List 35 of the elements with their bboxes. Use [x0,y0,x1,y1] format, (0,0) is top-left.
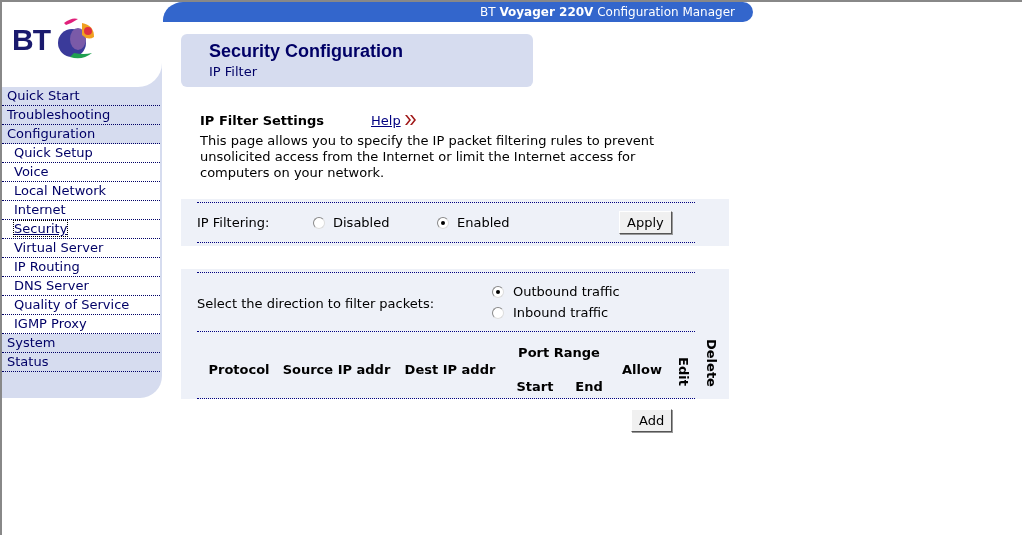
nav-link[interactable]: Status [7,354,49,369]
page-title: Security Configuration [209,40,404,63]
column-header: Port Range [518,344,600,360]
radio-label[interactable]: Inbound traffic [513,305,609,320]
apply-button[interactable]: Apply [619,211,672,234]
column-header: Start [516,378,554,394]
column-header: Delete [703,339,719,387]
column-header: Protocol [208,361,270,377]
radio-button[interactable] [492,306,504,319]
description-text: This page allows you to specify the IP packet filtering rules to prevent unsolicited access from the Internet or limit the Internet access for computers on your network. [200,133,656,181]
radio-label[interactable]: Outbound traffic [513,284,620,299]
nav-link[interactable]: System [7,335,56,350]
help-link[interactable]: Help [371,112,401,128]
column-header: End [575,378,603,394]
column-header: Allow [622,361,662,377]
field-label: IP Filtering: [197,215,271,230]
nav-link[interactable]: Configuration [7,126,96,141]
radio-button[interactable] [492,285,504,298]
add-button[interactable]: Add [631,409,673,432]
logo-text: BT [12,22,50,57]
radio-label[interactable]: Enabled [457,215,510,230]
column-header: Source IP addr [282,361,391,377]
column-header: Edit [675,357,691,386]
column-header: Dest IP addr [404,361,496,377]
page-subtitle: IP Filter [209,63,258,81]
radio-button[interactable] [313,216,325,229]
radio-button[interactable] [437,216,449,229]
double-chevron-icon [404,115,416,125]
nav-link[interactable]: Quick Start [7,88,80,103]
header-bar: BT Voyager 220V Configuration Manager [163,2,753,22]
nav-link[interactable]: Troubleshooting [7,107,111,122]
section-title: IP Filter Settings [200,112,325,128]
radio-label[interactable]: Disabled [333,215,390,230]
field-label: Select the direction to filter packets: [197,296,436,311]
nav-link[interactable]: Voice [14,164,49,179]
